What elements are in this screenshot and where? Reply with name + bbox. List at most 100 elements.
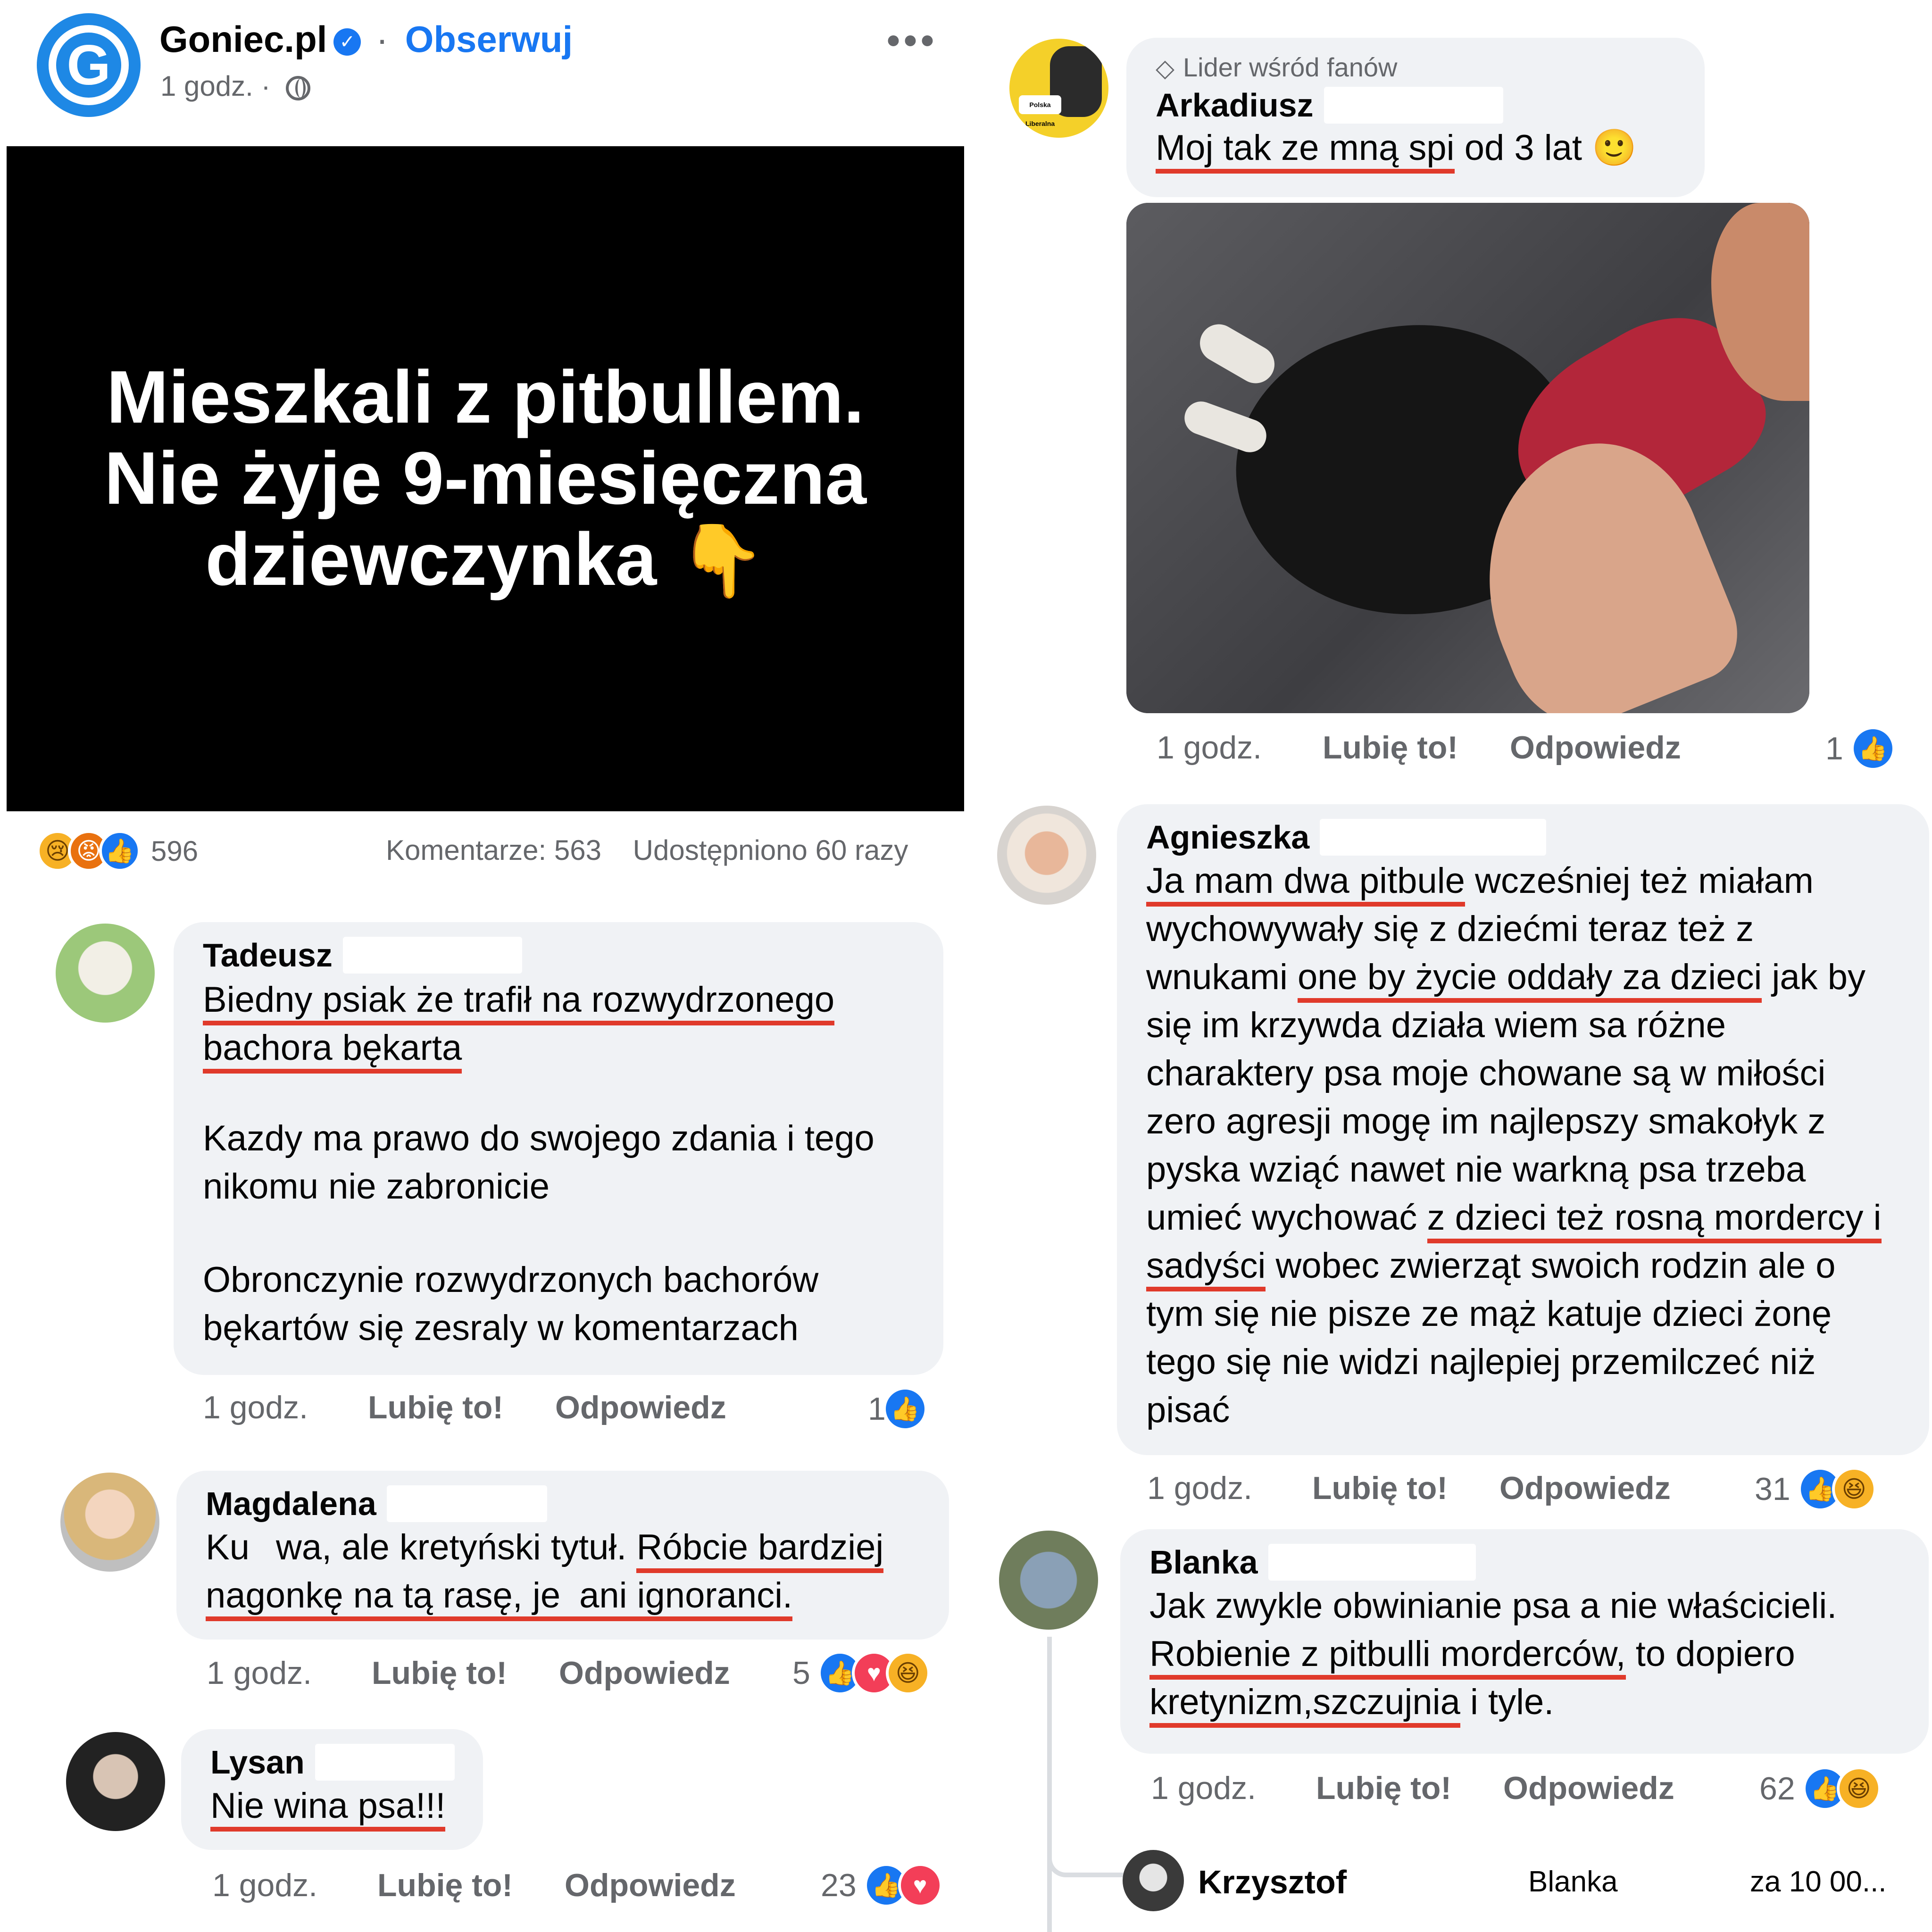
comment-avatar[interactable]: [56, 924, 155, 1023]
like-button[interactable]: Lubię to!: [1316, 1770, 1451, 1807]
redacted-surname: [1324, 87, 1503, 124]
haha-reaction-icon: 😆: [885, 1651, 930, 1695]
post-meta: 1 godz. ·: [160, 70, 311, 102]
pointing-down-icon: 👇: [677, 521, 766, 600]
comment-time[interactable]: 1 godz.: [203, 1389, 368, 1426]
comment-reactions[interactable]: 5 👍 ♥ 😆: [792, 1651, 930, 1695]
like-reaction-icon: 👍: [99, 830, 141, 872]
top-fan-badge: ◇ Lider wśród fanów: [1156, 52, 1398, 82]
reaction-count: 23: [821, 1867, 857, 1903]
post-column: G Goniec.pl ✓ · Obserwuj 1 godz. · ••• Mi…: [0, 0, 976, 1932]
comment-author[interactable]: Blanka: [1149, 1543, 1258, 1581]
reply-mention[interactable]: Blanka: [1528, 1865, 1618, 1899]
comment-reactions[interactable]: 1 👍: [868, 1387, 927, 1431]
comment-actions: 1 godz. Lubię to! Odpowiedz: [212, 1867, 788, 1904]
reply-author[interactable]: Krzysztof: [1198, 1863, 1347, 1901]
post-header: Goniec.pl ✓ · Obserwuj: [159, 18, 573, 61]
comment-actions: 1 godz. Lubię to! Odpowiedz: [203, 1389, 778, 1426]
comment-text: Nie wina psa!!!: [210, 1782, 455, 1832]
shares-count[interactable]: Udostępniono 60 razy: [633, 834, 908, 866]
comment-reactions[interactable]: 23 👍 ♥: [821, 1863, 942, 1907]
comment-text: Ku wa, ale kretyński tytuł. Róbcie bardzi…: [206, 1524, 921, 1621]
reply-preview-text[interactable]: za 10 00...: [1750, 1865, 1887, 1899]
comments-count[interactable]: Komentarze: 563: [386, 834, 601, 866]
comment-time[interactable]: 1 godz.: [212, 1867, 377, 1904]
comment-avatar[interactable]: Polska Liberalna: [1009, 39, 1108, 138]
smile-emoji: 🙂: [1592, 128, 1637, 168]
comment-avatar[interactable]: [997, 806, 1096, 905]
like-button[interactable]: Lubię to!: [377, 1867, 513, 1904]
page-name[interactable]: Goniec.pl: [159, 18, 327, 60]
reply-button[interactable]: Odpowiedz: [1510, 729, 1681, 766]
reply-button[interactable]: Odpowiedz: [555, 1389, 726, 1426]
more-options-button[interactable]: •••: [887, 19, 938, 62]
reply-avatar[interactable]: [1123, 1850, 1184, 1911]
reply-thread-line: [1047, 1637, 1052, 1932]
post-stats: Komentarze: 563 Udostępniono 60 razy: [386, 834, 908, 866]
separator-dot: ·: [376, 18, 389, 60]
comment-text: Obronczynie rozwydrzonych bachorów bękar…: [203, 1260, 819, 1348]
comment-reactions[interactable]: 31 👍 😆: [1755, 1467, 1876, 1511]
comment-bubble: Agnieszka Ja mam dwa pitbule wcześniej t…: [1117, 804, 1929, 1455]
comment-reactions[interactable]: 62 👍 😆: [1759, 1766, 1881, 1811]
comment-reactions[interactable]: 1 👍: [1825, 726, 1895, 771]
comment-bubble: ◇ Lider wśród fanów Arkadiusz Moj tak ze …: [1126, 38, 1705, 197]
post-image[interactable]: Mieszkali z pitbullem. Nie żyje 9-miesię…: [7, 146, 964, 811]
redacted-surname: [1268, 1544, 1476, 1581]
verified-badge-icon: ✓: [333, 28, 361, 56]
like-reaction-icon: 👍: [883, 1387, 927, 1431]
comment-time[interactable]: 1 godz.: [1151, 1770, 1316, 1807]
page-avatar[interactable]: G: [37, 13, 141, 117]
reply-connector: [1047, 1840, 1132, 1877]
separator-dot: ·: [261, 70, 271, 102]
comment-avatar[interactable]: [60, 1473, 159, 1572]
love-reaction-icon: ♥: [898, 1863, 942, 1907]
reply-button[interactable]: Odpowiedz: [1503, 1770, 1674, 1807]
comment-author[interactable]: Arkadiusz: [1156, 86, 1314, 124]
haha-reaction-icon: 😆: [1836, 1766, 1881, 1811]
redacted-surname: [1320, 819, 1547, 856]
comment-actions: 1 godz. Lubię to! Odpowiedz: [1147, 1470, 1723, 1507]
comment-time[interactable]: 1 godz.: [1157, 729, 1323, 766]
reaction-count: 62: [1759, 1771, 1795, 1807]
comment-photo[interactable]: [1126, 203, 1809, 713]
comment-author[interactable]: Magdalena: [206, 1485, 376, 1523]
like-button[interactable]: Lubię to!: [1312, 1470, 1448, 1507]
comment-bubble: Lysan Nie wina psa!!!: [181, 1729, 483, 1850]
comment-author[interactable]: Tadeusz: [203, 936, 333, 974]
comment-actions: 1 godz. Lubię to! Odpowiedz: [207, 1655, 782, 1691]
reply-button[interactable]: Odpowiedz: [565, 1867, 736, 1904]
comments-column: Polska Liberalna ◇ Lider wśród fanów Arka…: [976, 0, 1932, 1932]
reply-button[interactable]: Odpowiedz: [1499, 1470, 1671, 1507]
redacted-surname: [315, 1744, 455, 1781]
comment-time[interactable]: 1 godz.: [207, 1655, 372, 1691]
post-reactions[interactable]: 😢 😡 👍 596: [37, 830, 198, 872]
comment-text: Ja mam dwa pitbule wcześniej też miałam …: [1146, 861, 1882, 1430]
comment-time[interactable]: 1 godz.: [1147, 1470, 1312, 1507]
headline-line: Nie żyje 9-miesięczna: [104, 437, 866, 520]
like-button[interactable]: Lubię to!: [1323, 729, 1458, 766]
reaction-count: 31: [1755, 1471, 1790, 1507]
post-headline: Mieszkali z pitbullem. Nie żyje 9-miesię…: [49, 357, 922, 601]
headline-line: dziewczynka: [205, 518, 657, 601]
comment-author[interactable]: Agnieszka: [1146, 818, 1309, 856]
like-reaction-icon: 👍: [1850, 726, 1895, 771]
globe-icon: [286, 76, 311, 101]
page-logo-icon: G: [49, 25, 129, 105]
like-button[interactable]: Lubię to!: [368, 1389, 503, 1426]
reaction-count: 5: [792, 1655, 810, 1691]
reaction-count: 1: [1825, 731, 1843, 766]
comment-author[interactable]: Lysan: [210, 1743, 305, 1781]
follow-button[interactable]: Obserwuj: [405, 18, 573, 60]
comment-bubble: Blanka Jak zwykle obwinianie psa a nie w…: [1120, 1529, 1929, 1754]
comment-bubble: Magdalena Ku wa, ale kretyński tytuł. Rób…: [176, 1471, 949, 1640]
comment-avatar[interactable]: [66, 1732, 165, 1831]
reply-button[interactable]: Odpowiedz: [559, 1655, 730, 1691]
comment-actions: 1 godz. Lubię to! Odpowiedz: [1151, 1770, 1726, 1807]
like-button[interactable]: Lubię to!: [372, 1655, 507, 1691]
redacted-surname: [386, 1485, 547, 1522]
comment-avatar[interactable]: [999, 1531, 1098, 1630]
post-time[interactable]: 1 godz.: [160, 70, 253, 102]
comment-text: Kazdy ma prawo do swojego zdania i tego …: [203, 1118, 874, 1207]
haha-reaction-icon: 😆: [1832, 1467, 1876, 1511]
